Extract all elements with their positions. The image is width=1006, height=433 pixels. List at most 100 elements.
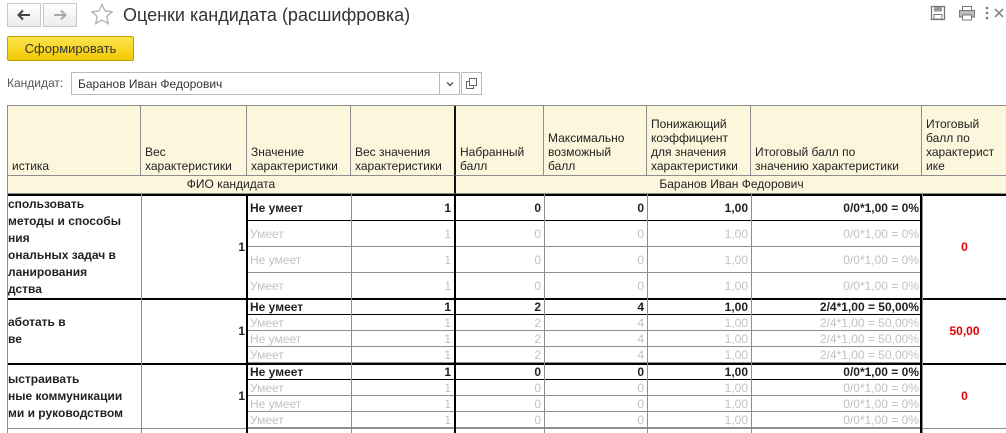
scored-cell: 0: [534, 365, 541, 379]
max-cell: 4: [637, 316, 644, 330]
header-total-by-value: Итоговый балл по значению характеристики: [751, 106, 922, 176]
forward-arrow-icon: [54, 9, 67, 21]
print-icon[interactable]: [958, 5, 976, 23]
save-icon[interactable]: [930, 5, 948, 23]
characteristic-name-line: аботать в: [8, 315, 66, 329]
coef-cell: 1,00: [724, 227, 748, 241]
characteristic-weight: 1: [238, 240, 245, 254]
max-cell: 0: [637, 253, 644, 267]
value-weight-cell: 1: [444, 381, 451, 395]
scored-cell: 0: [534, 397, 541, 411]
max-cell: 0: [637, 227, 644, 241]
value-weight-cell: 1: [444, 332, 451, 346]
scored-cell: 0: [534, 201, 541, 215]
coef-cell: 1,00: [724, 413, 748, 427]
scored-cell: 0: [534, 227, 541, 241]
characteristic-total: 50,00: [949, 324, 980, 338]
scored-cell: 2: [534, 332, 541, 346]
value-weight-cell: 1: [444, 201, 451, 215]
candidate-dropdown-button[interactable]: [439, 72, 460, 95]
back-button[interactable]: [7, 3, 41, 27]
chevron-down-icon: [446, 81, 453, 86]
header-characteristic: истика: [8, 106, 141, 176]
characteristic-name-line: ния: [8, 231, 30, 245]
result-cell: 0/0*1,00 = 0%: [843, 397, 919, 411]
column-divider: [647, 194, 648, 433]
star-icon: [90, 2, 114, 25]
coef-cell: 1,00: [724, 253, 748, 267]
characteristic-name-line: ные коммуникации: [8, 388, 123, 403]
header-total: Итоговый балл по характерист ике: [922, 106, 1006, 176]
max-cell: 4: [637, 348, 644, 362]
value-weight-cell: 1: [444, 279, 451, 293]
band-candidate-label: ФИО кандидата: [8, 176, 456, 194]
favorite-star-button[interactable]: [90, 2, 114, 28]
value-cell: Не умеет: [250, 397, 302, 411]
characteristic-weight: 1: [238, 324, 245, 338]
forward-button[interactable]: [43, 3, 77, 27]
scored-cell: 2: [534, 316, 541, 330]
value-cell: Умеет: [250, 279, 284, 293]
coef-cell: 1,00: [724, 300, 748, 314]
generate-button[interactable]: Сформировать: [7, 36, 134, 61]
result-cell: 0/0*1,00 = 0%: [843, 413, 919, 427]
result-cell: 2/4*1,00 = 50,00%: [819, 316, 919, 330]
result-cell: 0/0*1,00 = 0%: [843, 227, 919, 241]
max-cell: 0: [637, 397, 644, 411]
coef-cell: 1,00: [724, 348, 748, 362]
value-weight-cell: 1: [444, 397, 451, 411]
characteristic-name: ыстраивать ные коммуникации ми и руководст…: [8, 364, 141, 428]
scored-cell: 2: [534, 300, 541, 314]
result-cell: 0/0*1,00 = 0%: [843, 253, 919, 267]
active-row-border: [247, 220, 922, 221]
candidate-open-button[interactable]: [461, 72, 482, 95]
coef-cell: 1,00: [724, 201, 748, 215]
coef-cell: 1,00: [724, 332, 748, 346]
result-cell: 0/0*1,00 = 0%: [843, 201, 919, 215]
characteristic-total: 0: [961, 389, 968, 403]
max-cell: 0: [637, 365, 644, 379]
value-weight-cell: 1: [444, 413, 451, 427]
column-divider: [922, 194, 923, 433]
header-weight: Вес характеристики: [141, 106, 247, 176]
close-icon[interactable]: [992, 5, 1006, 23]
max-cell: 0: [637, 279, 644, 293]
value-cell: Не умеет: [250, 201, 304, 215]
value-cell: Умеет: [250, 227, 284, 241]
characteristic-name: аботать в ве: [8, 299, 141, 363]
coef-cell: 1,00: [724, 279, 748, 293]
characteristic-name: спользовать методы и способы ния ональных …: [8, 195, 141, 299]
band-candidate-name: Баранов Иван Федорович: [456, 176, 1006, 194]
result-cell: 2/4*1,00 = 50,00%: [819, 348, 919, 362]
candidate-input[interactable]: Баранов Иван Федорович: [71, 72, 440, 95]
group-top-border: [8, 363, 1006, 365]
scored-cell: 2: [534, 348, 541, 362]
open-link-icon: [466, 78, 477, 89]
active-row-border: [247, 379, 922, 380]
column-divider-thick: [246, 194, 248, 433]
value-cell: Не умеет: [250, 332, 302, 346]
column-divider: [141, 194, 142, 433]
characteristic-name-line: ональных задач в: [8, 248, 116, 262]
candidate-label: Кандидат:: [7, 76, 64, 90]
report-spreadsheet[interactable]: истика Вес характеристики Значение характе…: [7, 105, 1006, 433]
characteristic-weight: 1: [238, 389, 245, 403]
coef-cell: 1,00: [724, 316, 748, 330]
scored-cell: 0: [534, 279, 541, 293]
value-weight-cell: 1: [444, 348, 451, 362]
column-divider: [351, 194, 352, 433]
value-cell: Умеет: [250, 316, 284, 330]
result-cell: 2/4*1,00 = 50,00%: [819, 332, 919, 346]
coef-cell: 1,00: [724, 365, 748, 379]
group-top-border: [8, 298, 1006, 300]
window-title: Оценки кандидата (расшифровка): [123, 5, 411, 25]
group-top-border: [8, 194, 1006, 196]
characteristic-name-line: ве: [8, 332, 22, 346]
value-weight-cell: 1: [444, 227, 451, 241]
group-bottom-border: [8, 428, 1006, 429]
result-cell: 0/0*1,00 = 0%: [843, 365, 919, 379]
max-cell: 0: [637, 201, 644, 215]
value-cell: Умеет: [250, 381, 284, 395]
value-weight-cell: 1: [444, 365, 451, 379]
max-cell: 4: [637, 332, 644, 346]
